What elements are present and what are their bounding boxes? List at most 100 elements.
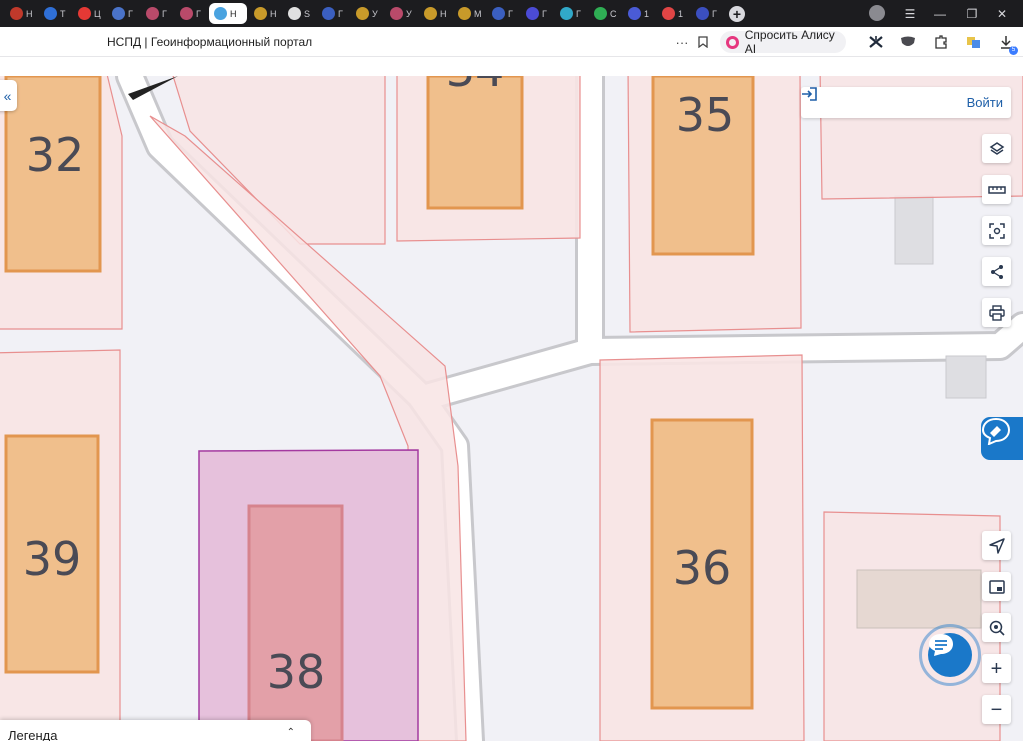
parcel-34[interactable]: 34: [396, 76, 581, 242]
globe-favicon: [180, 7, 193, 20]
feedback-chat-icon: [981, 417, 1011, 445]
browser-tab[interactable]: 1: [623, 3, 655, 24]
minus-icon: −: [990, 698, 1003, 721]
legend-panel[interactable]: Легенда ⌃⌄: [0, 720, 311, 741]
legend-title: Легенда: [8, 728, 58, 741]
collapse-panel-button[interactable]: «: [0, 80, 17, 111]
browser-menu-icon[interactable]: ☰: [900, 0, 920, 27]
home-favicon: [288, 7, 301, 20]
browser-tab-title: Ц: [94, 8, 101, 19]
extension-translate-icon[interactable]: [965, 33, 983, 51]
building-footprint: [247, 504, 344, 741]
browser-tab-title: Г: [542, 8, 547, 19]
browser-tab[interactable]: Г: [107, 3, 139, 24]
lot-number-label: 34: [446, 76, 505, 97]
layers-button[interactable]: [982, 134, 1011, 163]
browser-tab-title: У: [406, 8, 412, 19]
parcel-35[interactable]: 35: [627, 76, 802, 333]
location-pin-icon: [989, 620, 1005, 636]
minimap-button[interactable]: [982, 572, 1011, 601]
parcel-32[interactable]: 32: [0, 76, 123, 330]
ask-alice-button[interactable]: Спросить Алису AI: [720, 28, 846, 56]
parcel-36[interactable]: 36: [599, 354, 805, 741]
plus-icon: +: [990, 657, 1003, 680]
page-title[interactable]: НСПД | Геоинформационный портал: [107, 35, 312, 49]
login-button[interactable]: Войти: [801, 87, 1011, 118]
navigation-arrow-icon: [988, 537, 1005, 554]
browser-tab-title: М: [474, 8, 482, 19]
profile-avatar-icon[interactable]: [869, 5, 885, 21]
legend-expand-icon[interactable]: ⌃⌄: [287, 728, 295, 741]
flag-favicon: [492, 7, 505, 20]
browser-tab-title: S: [304, 8, 311, 19]
browser-tab[interactable]: Т: [39, 3, 71, 24]
select-area-button[interactable]: [982, 216, 1011, 245]
browser-tab[interactable]: У: [385, 3, 417, 24]
new-tab-button[interactable]: +: [729, 5, 745, 22]
printer-icon: [988, 304, 1005, 321]
parcel-39[interactable]: 39: [0, 349, 121, 741]
browser-tab-title: Г: [128, 8, 133, 19]
lot-number-label: 39: [23, 532, 82, 586]
browser-tab[interactable]: Г: [691, 3, 723, 24]
picture-in-picture-icon: [988, 579, 1005, 594]
eagle-favicon: [458, 7, 471, 20]
lot-number-label: 36: [673, 541, 732, 595]
share-icon: [990, 264, 1003, 279]
extension-puzzle-icon[interactable]: [932, 33, 950, 51]
map-layer: 32 34 35 36 38 39: [0, 76, 1023, 741]
browser-tab-title: 1: [678, 8, 684, 19]
measure-button[interactable]: [982, 175, 1011, 204]
map-canvas[interactable]: 32 34 35 36 38 39 « Войти: [0, 76, 1023, 741]
browser-tab[interactable]: Н: [209, 3, 247, 24]
app-root: Н Т Ц Г Г Г Н Н S Г У У Н М Г Г Г С 1 1 Г + ☰ — ❐ ✕ НСПД | Г…: [0, 0, 1023, 741]
flag-favicon: [322, 7, 335, 20]
browser-tab[interactable]: 1: [657, 3, 689, 24]
bookmark-icon[interactable]: [694, 33, 712, 51]
share-button[interactable]: [982, 257, 1011, 286]
zoom-out-button[interactable]: −: [982, 695, 1011, 724]
browser-tab[interactable]: Ц: [73, 3, 105, 24]
minimize-window-icon[interactable]: —: [930, 0, 950, 27]
print-button[interactable]: [982, 298, 1011, 327]
lot-number-label: 32: [26, 128, 85, 182]
browser-tab[interactable]: Г: [487, 3, 519, 24]
browser-tab[interactable]: Н: [419, 3, 451, 24]
browser-tab[interactable]: Н: [249, 3, 281, 24]
extension-cross-icon[interactable]: [867, 33, 885, 51]
browser-tab-title: Г: [338, 8, 343, 19]
chat-assistant-button[interactable]: [919, 624, 981, 686]
browser-tab-title: Г: [162, 8, 167, 19]
d-favicon: [44, 7, 57, 20]
avito-favicon: [78, 7, 91, 20]
locate-button[interactable]: [982, 531, 1011, 560]
chat-button-core: [928, 633, 972, 677]
feedback-widget-button[interactable]: [981, 417, 1023, 460]
browser-tab[interactable]: У: [351, 3, 383, 24]
browser-tab[interactable]: Г: [317, 3, 349, 24]
chat-favicon: [628, 7, 641, 20]
browser-tab[interactable]: S: [283, 3, 315, 24]
browser-tab-title: Н: [26, 8, 33, 19]
login-label: Войти: [966, 95, 1003, 110]
extension-shield-icon[interactable]: [899, 33, 917, 51]
browser-tab[interactable]: Г: [141, 3, 173, 24]
browser-tab[interactable]: Н: [5, 3, 37, 24]
more-options-icon[interactable]: ···: [673, 33, 691, 51]
geo-search-button[interactable]: [982, 613, 1011, 642]
browser-tab[interactable]: Г: [175, 3, 207, 24]
browser-tab-title: 1: [644, 8, 650, 19]
parcel-38[interactable]: 38: [198, 449, 419, 741]
browser-tab-title: Г: [576, 8, 581, 19]
zoom-in-button[interactable]: +: [982, 654, 1011, 683]
close-window-icon[interactable]: ✕: [992, 0, 1012, 27]
browser-tab[interactable]: М: [453, 3, 485, 24]
layers-icon: [989, 141, 1004, 155]
browser-tab[interactable]: Г: [521, 3, 553, 24]
browser-tab-title: Н: [270, 8, 277, 19]
browser-tab[interactable]: Г: [555, 3, 587, 24]
browser-tab[interactable]: С: [589, 3, 621, 24]
restore-window-icon[interactable]: ❐: [962, 0, 982, 27]
browser-tab-title: У: [372, 8, 378, 19]
selection-icon: [988, 222, 1005, 239]
